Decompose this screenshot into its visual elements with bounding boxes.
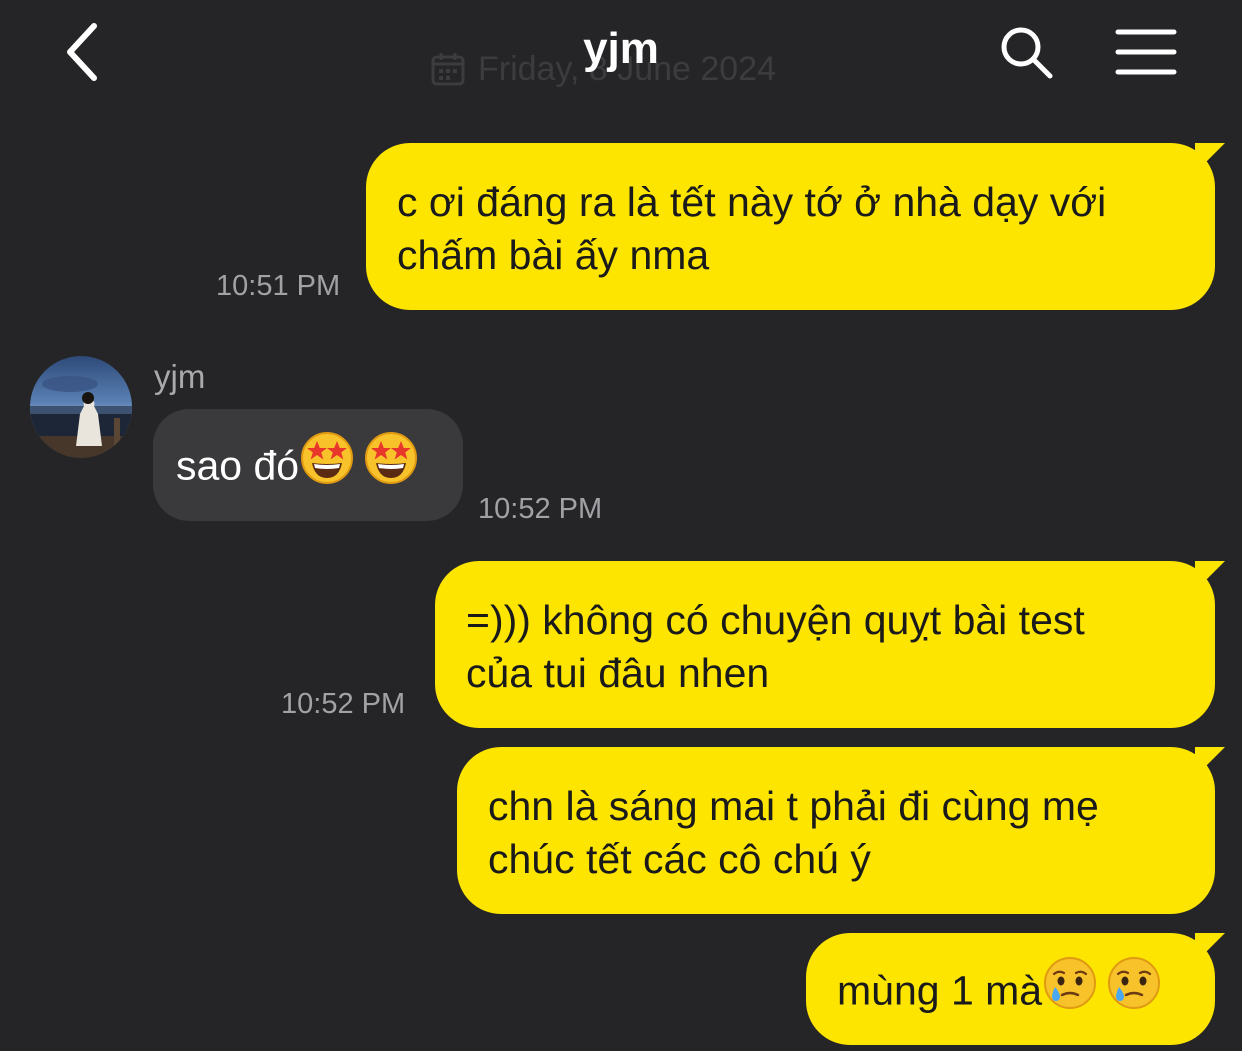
holding-back-tears-emoji	[1042, 955, 1098, 1024]
message-text-line: chn là sáng mai t phải đi cùng mẹ	[488, 783, 1099, 829]
message-text-line: chấm bài ấy nma	[397, 232, 710, 278]
outgoing-message-bubble[interactable]: c ơi đáng ra là tết này tớ ở nhà dạy với…	[366, 143, 1225, 310]
outgoing-message-bubble[interactable]: =))) không có chuyện quỵt bài test của t…	[435, 561, 1225, 728]
sender-name: yjm	[154, 358, 206, 395]
outgoing-message-bubble[interactable]: mùng 1 mà	[806, 933, 1225, 1045]
message-timestamp: 10:52 PM	[478, 493, 603, 525]
incoming-message-bubble[interactable]: sao đó	[153, 409, 463, 521]
bubble-tail	[1195, 143, 1225, 173]
avatar[interactable]	[30, 356, 132, 458]
message-timestamp: 10:52 PM	[281, 688, 406, 720]
holding-back-tears-emoji	[1106, 955, 1162, 1024]
message-text-line: chúc tết các cô chú ý	[488, 836, 871, 882]
star-struck-emoji	[363, 430, 419, 499]
bubble-tail	[1195, 561, 1225, 591]
chat-title: yjm	[583, 24, 659, 73]
outgoing-message-bubble[interactable]: chn là sáng mai t phải đi cùng mẹ chúc t…	[457, 747, 1225, 914]
message-text-line: c ơi đáng ra là tết này tớ ở nhà dạy với	[397, 179, 1107, 225]
bubble-tail	[1195, 747, 1225, 777]
star-struck-emoji	[299, 430, 355, 499]
message-text: sao đó	[176, 442, 300, 489]
message-text-line: =))) không có chuyện quỵt bài test	[466, 597, 1085, 643]
message-text-line: của tui đâu nhen	[466, 650, 770, 696]
chat-header: Friday, 8 June 2024 yjm	[0, 0, 1242, 110]
message-timestamp: 10:51 PM	[216, 270, 341, 302]
avatar-image	[30, 356, 132, 458]
bubble-tail	[1195, 933, 1225, 963]
message-text: mùng 1 mà	[837, 967, 1043, 1014]
